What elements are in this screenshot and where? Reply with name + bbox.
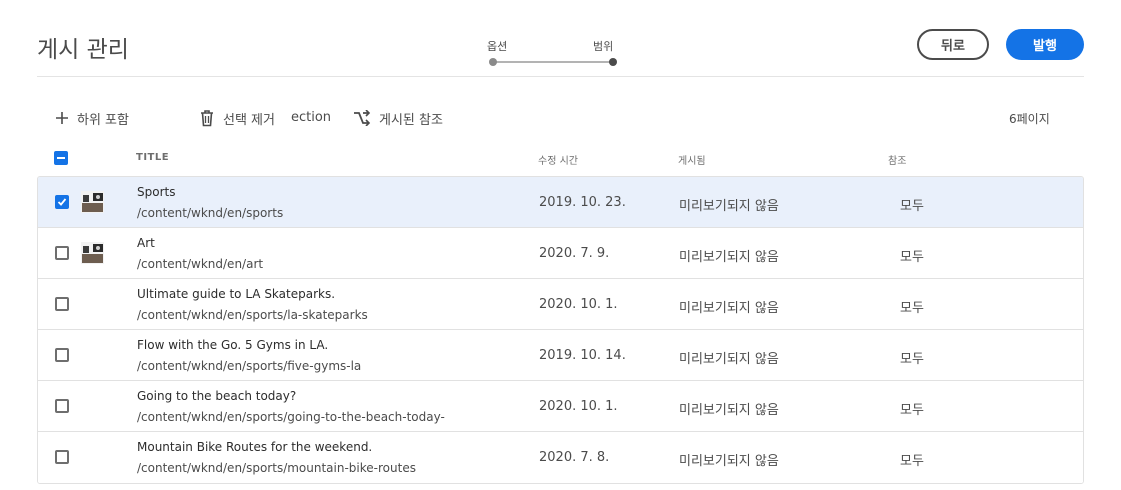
page-title-cell: Art bbox=[137, 236, 155, 250]
wizard-steps: 옵션 범위 bbox=[485, 36, 625, 72]
row-checkbox[interactable] bbox=[55, 399, 69, 413]
modified-cell: 2020. 10. 1. bbox=[539, 399, 618, 414]
page-title-cell: Sports bbox=[137, 185, 176, 199]
remove-selection-button[interactable]: 선택 제거 bbox=[199, 106, 275, 130]
references-cell[interactable]: 모두 bbox=[900, 246, 924, 265]
published-cell: 미리보기되지 않음 bbox=[679, 301, 779, 316]
page-path-cell: /content/wknd/en/sports/la-skateparks bbox=[137, 308, 368, 322]
page-thumbnail bbox=[81, 242, 104, 264]
row-checkbox[interactable] bbox=[55, 450, 69, 464]
row-checkbox[interactable] bbox=[55, 297, 69, 311]
page-count: 6페이지 bbox=[1009, 112, 1050, 126]
modified-cell: 2019. 10. 14. bbox=[539, 348, 626, 363]
published-cell: 미리보기되지 않음 bbox=[679, 403, 779, 418]
page-path-cell: /content/wknd/en/sports bbox=[137, 206, 284, 220]
remove-selection-overflow-text: ection bbox=[291, 110, 332, 125]
header-divider bbox=[37, 76, 1084, 77]
column-header-references[interactable]: 참조 bbox=[888, 152, 906, 167]
step-scope-label: 범위 bbox=[593, 40, 614, 53]
page-thumbnail bbox=[81, 191, 104, 213]
published-cell: 미리보기되지 않음 bbox=[679, 454, 779, 469]
step-scope-dot[interactable] bbox=[609, 58, 617, 66]
page-title: 게시 관리 bbox=[37, 37, 129, 63]
page-title-cell: Mountain Bike Routes for the weekend. bbox=[137, 440, 373, 454]
table-row[interactable]: Going to the beach today? /content/wknd/… bbox=[38, 381, 1083, 432]
page-path-cell: /content/wknd/en/art bbox=[137, 257, 264, 271]
step-options-dot[interactable] bbox=[489, 58, 497, 66]
modified-cell: 2020. 10. 1. bbox=[539, 297, 618, 312]
references-icon bbox=[354, 110, 371, 126]
page-path-cell: /content/wknd/en/sports/going-to-the-bea… bbox=[137, 410, 445, 424]
remove-selection-label: 선택 제거 bbox=[223, 112, 275, 128]
table-row[interactable]: Flow with the Go. 5 Gyms in LA. /content… bbox=[38, 330, 1083, 381]
page-title-cell: Flow with the Go. 5 Gyms in LA. bbox=[137, 338, 329, 352]
modified-cell: 2019. 10. 23. bbox=[539, 195, 626, 210]
table-row[interactable]: Ultimate guide to LA Skateparks. /conten… bbox=[38, 279, 1083, 330]
row-checkbox[interactable] bbox=[55, 246, 69, 260]
row-checkbox[interactable] bbox=[55, 348, 69, 362]
table-row[interactable]: Art /content/wknd/en/art 2020. 7. 9. 미리보… bbox=[38, 228, 1083, 279]
page-title-cell: Going to the beach today? bbox=[137, 389, 297, 403]
publish-button[interactable]: 발행 bbox=[1006, 29, 1084, 60]
plus-icon bbox=[56, 112, 68, 124]
back-button[interactable]: 뒤로 bbox=[917, 29, 989, 60]
column-header-modified[interactable]: 수정 시간 bbox=[538, 152, 578, 167]
select-all-checkbox[interactable] bbox=[54, 151, 68, 165]
published-references-label: 게시된 참조 bbox=[379, 112, 443, 128]
page-path-cell: /content/wknd/en/sports/mountain-bike-ro… bbox=[137, 461, 416, 475]
page-title-cell: Ultimate guide to LA Skateparks. bbox=[137, 287, 336, 301]
column-header-title[interactable]: TITLE bbox=[136, 152, 169, 163]
published-references-button[interactable]: 게시된 참조 bbox=[353, 106, 443, 130]
step-connector bbox=[493, 61, 613, 63]
published-cell: 미리보기되지 않음 bbox=[679, 250, 779, 265]
published-cell: 미리보기되지 않음 bbox=[679, 352, 779, 367]
modified-cell: 2020. 7. 8. bbox=[539, 450, 610, 465]
references-cell[interactable]: 모두 bbox=[900, 297, 924, 316]
include-children-button[interactable]: 하위 포함 bbox=[55, 106, 129, 130]
table-row[interactable]: Sports /content/wknd/en/sports 2019. 10.… bbox=[38, 177, 1083, 228]
references-cell[interactable]: 모두 bbox=[900, 450, 924, 469]
row-checkbox[interactable] bbox=[55, 195, 69, 209]
include-children-label: 하위 포함 bbox=[77, 112, 129, 128]
references-cell[interactable]: 모두 bbox=[900, 348, 924, 367]
table-row[interactable]: Mountain Bike Routes for the weekend. /c… bbox=[38, 432, 1083, 483]
column-header-published[interactable]: 게시됨 bbox=[678, 152, 706, 167]
page-path-cell: /content/wknd/en/sports/five-gyms-la bbox=[137, 359, 362, 373]
checkmark-icon bbox=[57, 198, 67, 206]
references-cell[interactable]: 모두 bbox=[900, 195, 924, 214]
modified-cell: 2020. 7. 9. bbox=[539, 246, 610, 261]
trash-icon bbox=[201, 110, 213, 127]
references-cell[interactable]: 모두 bbox=[900, 399, 924, 418]
pages-table: Sports /content/wknd/en/sports 2019. 10.… bbox=[37, 176, 1084, 484]
published-cell: 미리보기되지 않음 bbox=[679, 199, 779, 214]
step-options-label: 옵션 bbox=[487, 40, 508, 53]
